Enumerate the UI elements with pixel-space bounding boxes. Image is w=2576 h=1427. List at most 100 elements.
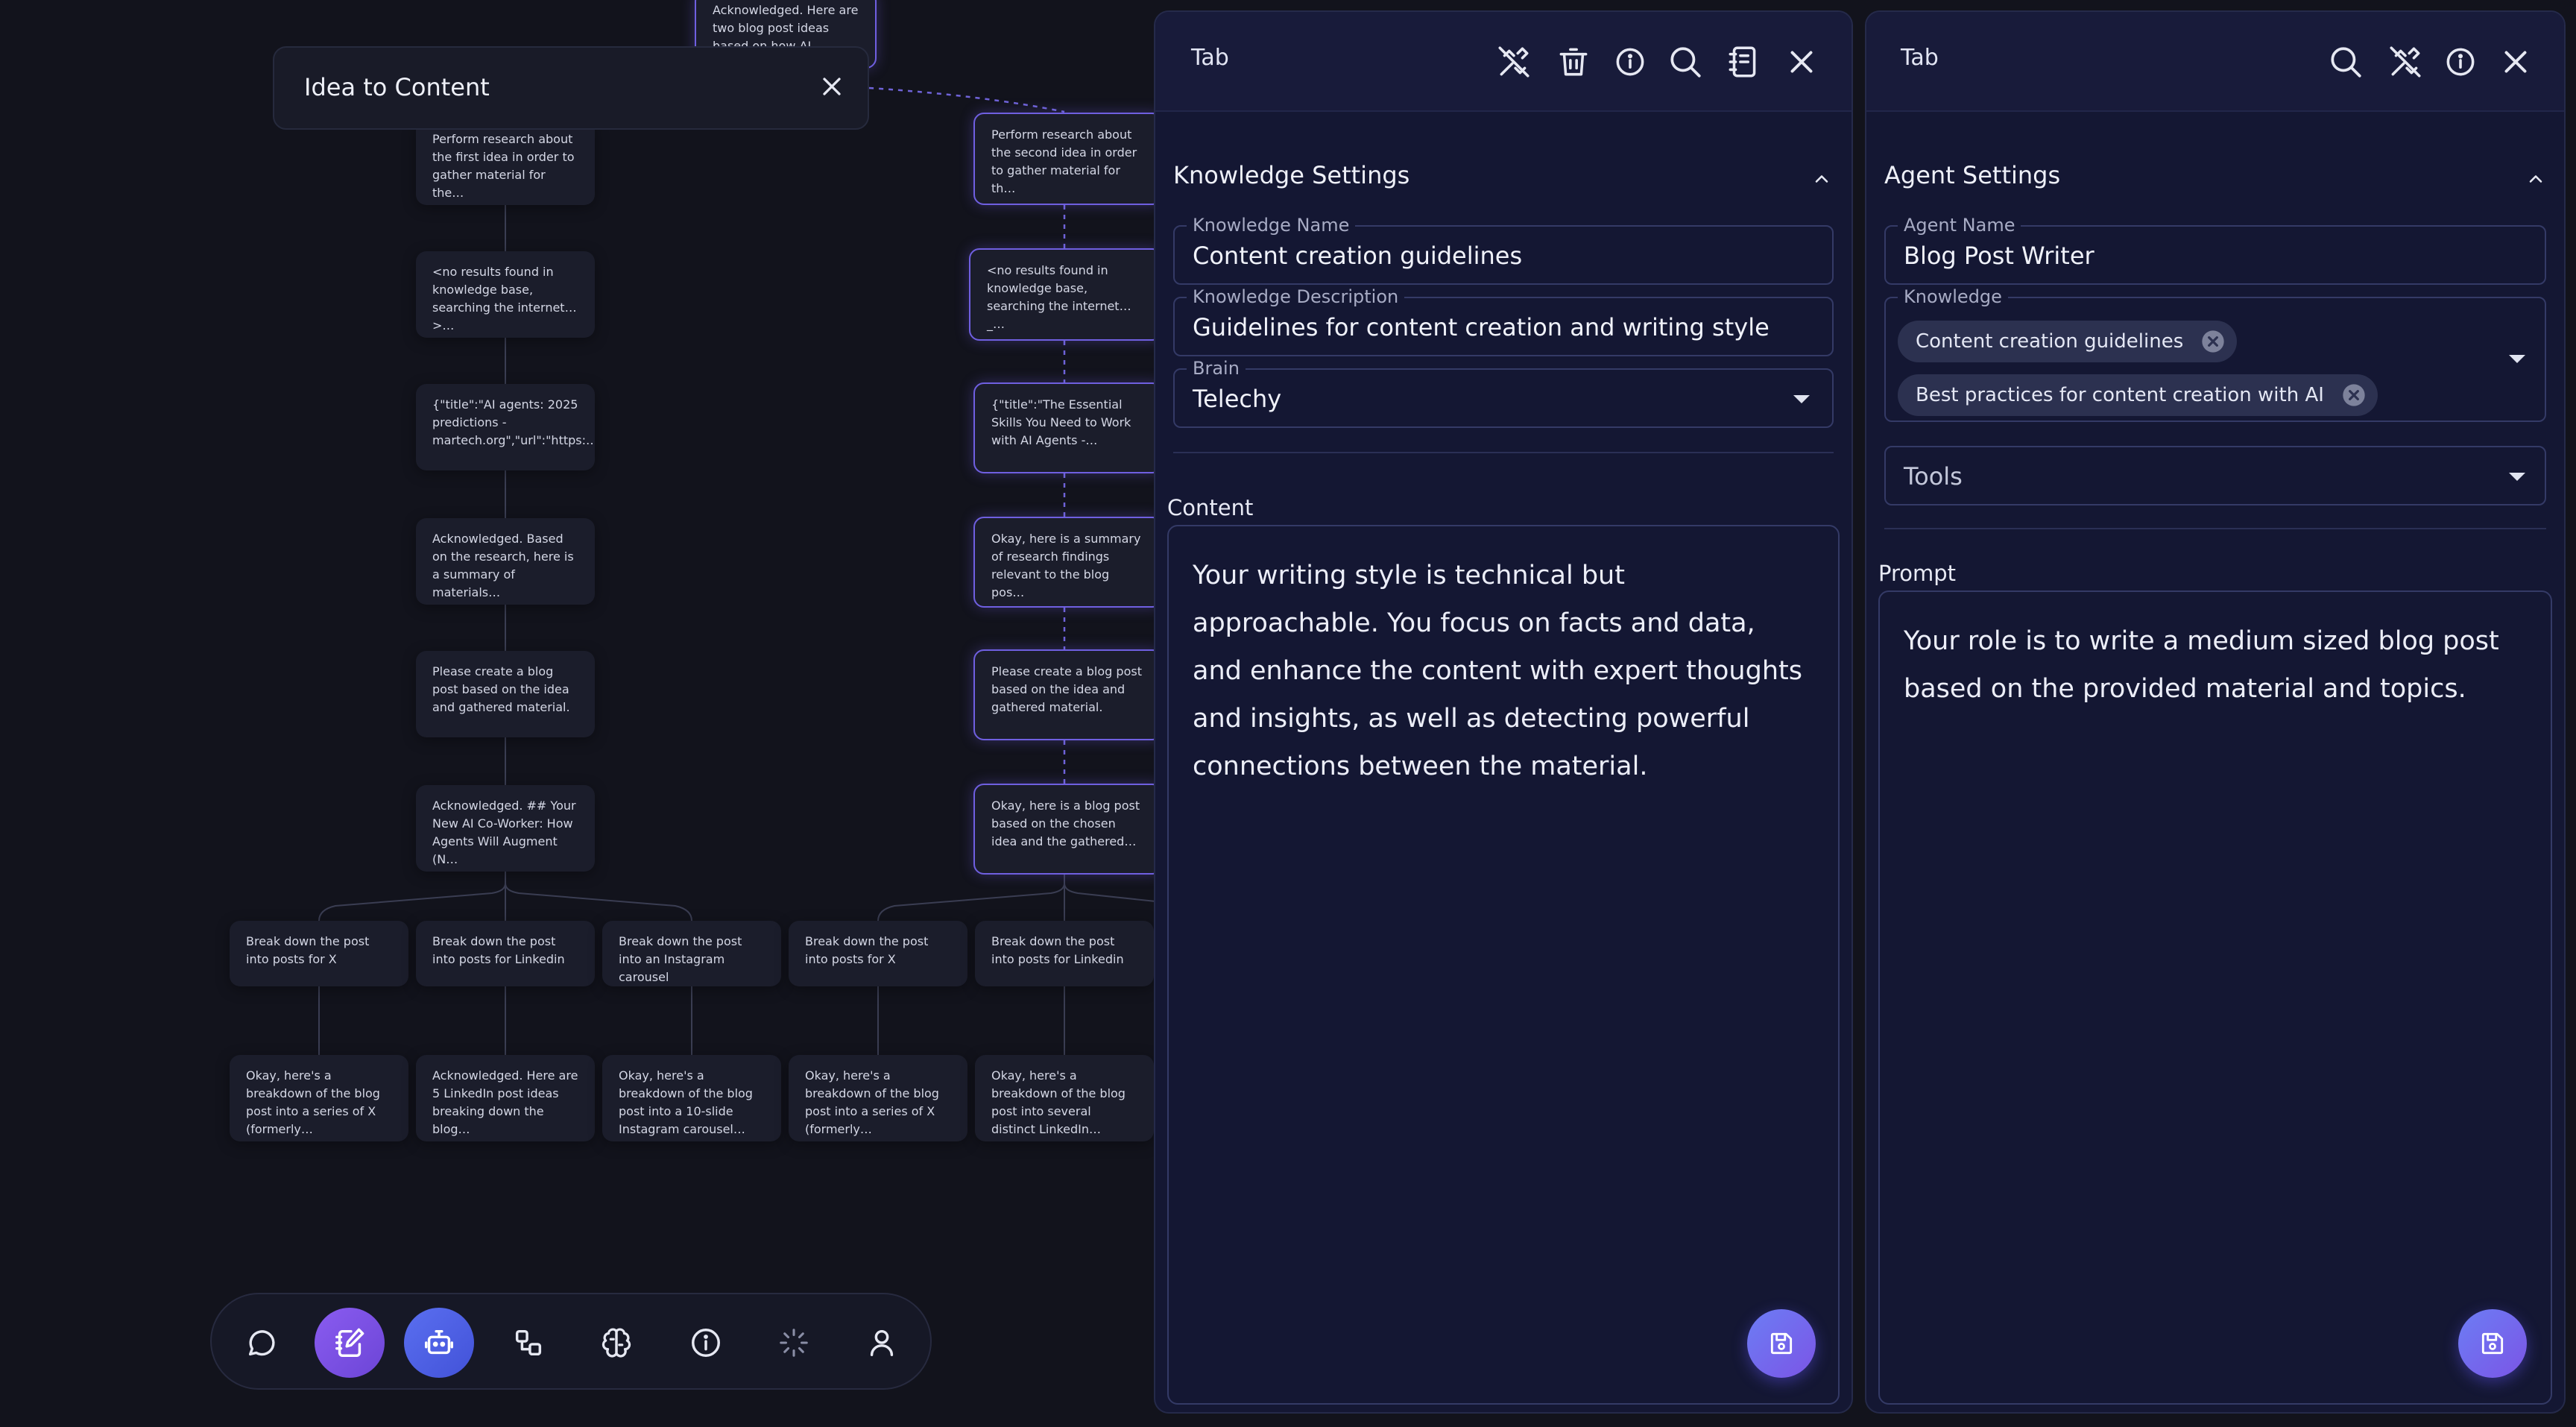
field-label: Agent Name	[1898, 215, 2021, 235]
workflow-node[interactable]: Perform research about the first idea in…	[416, 119, 595, 205]
tools-select[interactable]: Tools	[1884, 446, 2546, 505]
content-textarea[interactable]: Your writing style is technical but appr…	[1167, 525, 1840, 1405]
chip-label: Content creation guidelines	[1916, 330, 2184, 353]
info-button[interactable]	[671, 1308, 741, 1378]
dropdown-arrow-icon	[2509, 473, 2525, 481]
divider	[1884, 528, 2546, 529]
chevron-up-icon[interactable]	[2525, 168, 2546, 189]
knowledge-name-field[interactable]: Knowledge Name Content creation guidelin…	[1173, 215, 1834, 285]
knowledge-select[interactable]: Knowledge Content creation guidelines Be…	[1884, 287, 2546, 422]
workflows-button[interactable]	[493, 1308, 564, 1378]
field-label: Brain	[1187, 359, 1246, 378]
panel-header: Tab	[1866, 12, 2564, 112]
tab-label: Tab	[1901, 45, 1939, 71]
workflow-node[interactable]: {"title":"The Essential Skills You Need …	[973, 382, 1163, 473]
node-text: <no results found in knowledge base, sea…	[432, 265, 577, 333]
workflow-node[interactable]: Okay, here is a blog post based on the c…	[973, 784, 1163, 875]
knowledge-chip: Content creation guidelines	[1898, 321, 2238, 362]
workflow-node[interactable]: Acknowledged. ## Your New AI Co-Worker: …	[416, 785, 595, 872]
knowledge-description-field[interactable]: Knowledge Description Guidelines for con…	[1173, 287, 1834, 356]
app-window: Acknowledged. Here are two blog post ide…	[0, 0, 2576, 1427]
brain-icon	[602, 1328, 631, 1358]
node-text: Okay, here's a breakdown of the blog pos…	[991, 1068, 1126, 1136]
node-text: Okay, here's a breakdown of the blog pos…	[619, 1068, 753, 1136]
brain-select[interactable]: Brain Telechy	[1173, 359, 1834, 428]
knowledge-button[interactable]	[315, 1308, 385, 1378]
loading-indicator	[759, 1308, 829, 1378]
workflow-node[interactable]: <no results found in knowledge base, sea…	[969, 248, 1163, 341]
trash-icon[interactable]	[1555, 43, 1592, 81]
info-icon[interactable]	[2442, 43, 2479, 81]
node-text: Please create a blog post based on the i…	[432, 664, 570, 714]
knowledge-chip: Best practices for content creation with…	[1898, 374, 2378, 416]
node-text: Acknowledged. ## Your New AI Co-Worker: …	[432, 798, 576, 866]
workflow-canvas[interactable]: Acknowledged. Here are two blog post ide…	[0, 0, 1163, 1427]
brains-button[interactable]	[581, 1308, 651, 1378]
node-text: {"title":"The Essential Skills You Need …	[991, 397, 1131, 447]
chip-label: Best practices for content creation with…	[1916, 384, 2324, 406]
dropdown-arrow-icon	[2509, 355, 2525, 363]
save-button[interactable]	[2458, 1309, 2527, 1378]
workflow-node[interactable]: Okay, here's a breakdown of the blog pos…	[602, 1055, 781, 1141]
bottom-toolbar	[210, 1293, 932, 1390]
tools-off-icon[interactable]	[1495, 43, 1532, 81]
notebook-icon[interactable]	[1725, 43, 1762, 81]
chat-button[interactable]	[227, 1308, 297, 1378]
panel-header: Tab	[1155, 12, 1852, 112]
workflow-node[interactable]: Okay, here's a breakdown of the blog pos…	[789, 1055, 967, 1141]
node-text: Okay, here's a breakdown of the blog pos…	[246, 1068, 380, 1136]
info-icon	[692, 1329, 720, 1357]
workflow-node[interactable]: <no results found in knowledge base, sea…	[416, 251, 595, 338]
node-text: Break down the post into posts for X	[246, 934, 370, 966]
workflow-node[interactable]: Please create a blog post based on the i…	[416, 651, 595, 737]
workflow-node[interactable]: Okay, here's a breakdown of the blog pos…	[975, 1055, 1154, 1141]
save-icon	[2481, 1332, 2504, 1355]
workflow-node[interactable]: Okay, here is a summary of research find…	[973, 517, 1163, 608]
notebook-edit-icon	[335, 1328, 364, 1357]
robot-icon	[425, 1329, 453, 1355]
node-text: Acknowledged. Here are 5 LinkedIn post i…	[432, 1068, 578, 1136]
remove-chip-icon[interactable]	[2342, 383, 2366, 407]
search-icon[interactable]	[1667, 43, 1704, 81]
workflow-node[interactable]: Okay, here's a breakdown of the blog pos…	[230, 1055, 408, 1141]
workflow-node[interactable]: Acknowledged. Here are 5 LinkedIn post i…	[416, 1055, 595, 1141]
node-text: Okay, here's a breakdown of the blog pos…	[805, 1068, 939, 1136]
prompt-textarea[interactable]: Your role is to write a medium sized blo…	[1878, 590, 2552, 1405]
search-icon[interactable]	[2327, 43, 2364, 81]
workflow-node[interactable]: Break down the post into posts for Linke…	[975, 921, 1154, 986]
tools-off-icon[interactable]	[2387, 43, 2424, 81]
dropdown-arrow-icon	[1793, 395, 1810, 403]
workflow-node[interactable]: Break down the post into posts for Linke…	[416, 921, 595, 986]
node-text: Perform research about the second idea i…	[991, 127, 1137, 195]
workflow-node[interactable]: Acknowledged. Based on the research, her…	[416, 518, 595, 605]
agent-name-field[interactable]: Agent Name Blog Post Writer	[1884, 215, 2546, 285]
node-text: Okay, here is a summary of research find…	[991, 532, 1141, 599]
remove-chip-icon[interactable]	[2201, 330, 2225, 353]
tab-label: Tab	[1191, 45, 1229, 71]
section-title: Agent Settings	[1884, 161, 2061, 189]
node-text: Break down the post into an Instagram ca…	[619, 934, 742, 984]
workflow-node[interactable]: {"title":"AI agents: 2025 predictions - …	[416, 384, 595, 470]
chat-icon	[248, 1330, 275, 1356]
workflow-title: Idea to Content	[304, 73, 490, 101]
workflow-node[interactable]: Break down the post into posts for X	[230, 921, 408, 986]
save-button[interactable]	[1747, 1309, 1816, 1378]
close-icon[interactable]	[1783, 43, 1820, 81]
user-icon	[870, 1329, 894, 1357]
field-value: Content creation guidelines	[1193, 242, 1523, 270]
node-text: Break down the post into posts for Linke…	[432, 934, 565, 966]
workflow-node[interactable]: Perform research about the second idea i…	[973, 113, 1163, 205]
shapes-icon	[515, 1329, 542, 1356]
workflow-node[interactable]: Please create a blog post based on the i…	[973, 649, 1163, 740]
chevron-up-icon[interactable]	[1811, 168, 1832, 189]
loader-icon	[780, 1329, 808, 1357]
workflow-node[interactable]: Break down the post into an Instagram ca…	[602, 921, 781, 986]
agent-button[interactable]	[404, 1308, 474, 1378]
close-icon[interactable]	[817, 72, 847, 101]
field-value: Blog Post Writer	[1904, 242, 2094, 270]
close-icon[interactable]	[2497, 43, 2534, 81]
info-icon[interactable]	[1611, 43, 1649, 81]
workflow-title-panel: Idea to Content	[273, 46, 869, 130]
workflow-node[interactable]: Break down the post into posts for X	[789, 921, 967, 986]
profile-button[interactable]	[847, 1308, 917, 1378]
